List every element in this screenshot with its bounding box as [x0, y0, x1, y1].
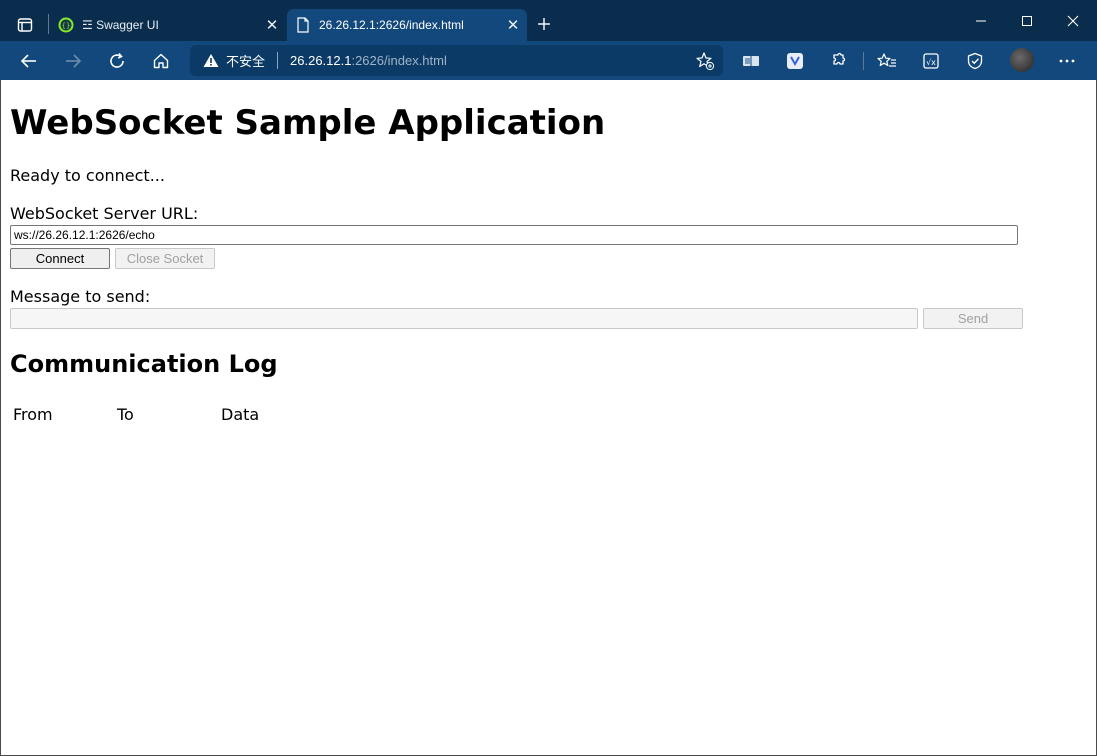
favorites-icon[interactable]: [871, 45, 903, 77]
send-button[interactable]: Send: [923, 308, 1023, 329]
message-label: Message to send:: [10, 287, 151, 306]
svg-text:{}: {}: [62, 22, 71, 30]
home-icon[interactable]: [145, 45, 177, 77]
forward-icon[interactable]: [57, 45, 89, 77]
extensions-icon[interactable]: [823, 45, 855, 77]
new-tab-button[interactable]: [530, 10, 558, 38]
address-bar[interactable]: 不安全 26.26.12.1:2626/index.html: [190, 45, 723, 76]
reader-extension-icon[interactable]: [735, 45, 767, 77]
tab-title: ☲ Swagger UI: [82, 18, 159, 32]
close-socket-button[interactable]: Close Socket: [115, 248, 215, 269]
back-icon[interactable]: [13, 45, 45, 77]
server-url-input[interactable]: [10, 225, 1018, 245]
page-favicon-icon: [295, 17, 311, 33]
url-path: :2626/index.html: [351, 53, 447, 68]
more-options-icon[interactable]: [1051, 45, 1083, 77]
tab-separator: [48, 14, 49, 34]
page-title: WebSocket Sample Application: [10, 103, 606, 143]
tab-actions-icon[interactable]: [8, 9, 42, 41]
message-input[interactable]: [10, 308, 918, 329]
swagger-favicon-icon: {}: [58, 17, 74, 33]
tab-strip: {} ☲ Swagger UI ✕ 26.26.12.1:2626/index.…: [0, 0, 1097, 41]
tab-index-html[interactable]: 26.26.12.1:2626/index.html ✕: [287, 9, 527, 41]
bookmark-extension-icon[interactable]: [779, 45, 811, 77]
security-label[interactable]: 不安全: [226, 51, 265, 70]
browser-essentials-icon[interactable]: [959, 45, 991, 77]
tab-title: 26.26.12.1:2626/index.html: [319, 18, 464, 32]
log-column-from: From: [13, 405, 53, 424]
maximize-button[interactable]: [1004, 0, 1050, 41]
server-url-label: WebSocket Server URL:: [10, 204, 199, 223]
close-window-button[interactable]: [1050, 0, 1096, 41]
warning-icon[interactable]: [202, 52, 220, 70]
tab-close-icon[interactable]: ✕: [258, 11, 286, 39]
communication-log-title: Communication Log: [10, 350, 278, 378]
tab-swagger-ui[interactable]: {} ☲ Swagger UI ✕: [50, 9, 286, 41]
tab-close-icon[interactable]: ✕: [499, 11, 527, 39]
connect-button[interactable]: Connect: [10, 248, 110, 269]
log-column-data: Data: [221, 405, 260, 424]
minimize-button[interactable]: [958, 0, 1004, 41]
url-host: 26.26.12.1: [290, 53, 352, 68]
collections-icon[interactable]: √x: [915, 45, 947, 77]
refresh-icon[interactable]: [101, 45, 133, 77]
toolbar-separator: [863, 52, 864, 70]
profile-avatar[interactable]: [1010, 48, 1034, 72]
page-content: WebSocket Sample Application Ready to co…: [0, 80, 1097, 756]
svg-text:√x: √x: [926, 58, 936, 67]
address-divider: [277, 52, 279, 69]
add-favorite-icon[interactable]: [695, 51, 715, 71]
log-column-to: To: [117, 405, 134, 424]
connection-status: Ready to connect...: [10, 166, 165, 185]
browser-toolbar: 不安全 26.26.12.1:2626/index.html √x: [0, 41, 1097, 80]
